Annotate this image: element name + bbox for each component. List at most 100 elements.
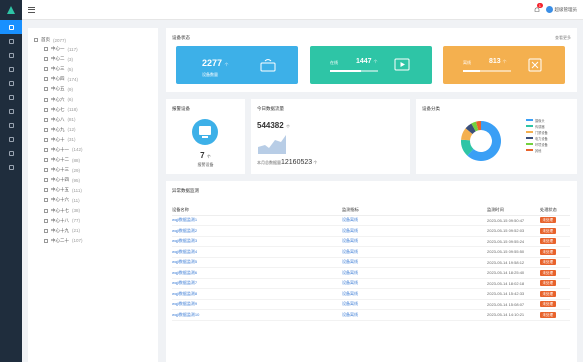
tree-node[interactable]: 中心八 (81) bbox=[34, 115, 152, 125]
tree-node-label: 中心十九 bbox=[51, 227, 69, 233]
side-nav-9[interactable] bbox=[0, 132, 22, 146]
table-row[interactable]: wqjl数据监测1 设备离线 2023-05-15 09:50:47 未处理 bbox=[172, 215, 570, 226]
device-name-cell[interactable]: wqjl数据监测7 bbox=[172, 278, 342, 289]
menu-toggle-icon[interactable] bbox=[28, 6, 35, 13]
node-icon bbox=[44, 158, 48, 163]
nav-icon bbox=[8, 94, 14, 100]
tree-node[interactable]: 中心十八 (77) bbox=[34, 216, 152, 226]
status-badge[interactable]: 未处理 bbox=[540, 238, 556, 245]
tree-node[interactable]: 中心十九 (21) bbox=[34, 226, 152, 236]
online-devices-card[interactable]: 在线 1447 个 bbox=[310, 46, 432, 84]
table-row[interactable]: wqjl数据监测5 设备离线 2023-05-14 19:58:12 未处理 bbox=[172, 257, 570, 268]
table-row[interactable]: wqjl数据监测9 设备离线 2023-05-14 15:08:07 未处理 bbox=[172, 299, 570, 310]
tree-node[interactable]: 中心七 (118) bbox=[34, 105, 152, 115]
router-icon bbox=[260, 59, 276, 72]
tree-node[interactable]: 中心十六 (11) bbox=[34, 195, 152, 205]
table-row[interactable]: wqjl数据监测8 设备离线 2023-05-14 15:42:33 未处理 bbox=[172, 288, 570, 300]
tree-node-count: (21) bbox=[72, 228, 81, 234]
total-devices-value: 2277 个 bbox=[202, 58, 229, 68]
status-badge[interactable]: 未处理 bbox=[540, 280, 556, 287]
time-cell: 2023-05-15 09:50:47 bbox=[487, 215, 540, 226]
side-nav-6[interactable] bbox=[0, 90, 22, 104]
device-name-cell[interactable]: wqjl数据监测5 bbox=[172, 257, 342, 268]
anomaly-title: 异常数据监测 bbox=[172, 188, 199, 193]
device-name-cell[interactable]: wqjl数据监测9 bbox=[172, 299, 342, 310]
nav-icon bbox=[8, 136, 14, 142]
metric-cell: 设备离线 bbox=[342, 246, 487, 258]
tree-node[interactable]: 中心三 (5) bbox=[34, 64, 152, 74]
side-nav-2[interactable] bbox=[0, 34, 22, 48]
tree-node-count: (31) bbox=[67, 137, 76, 143]
device-name-cell[interactable]: wqjl数据监测2 bbox=[172, 225, 342, 237]
tree-node[interactable]: 中心十三 (29) bbox=[34, 165, 152, 175]
table-row[interactable]: wqjl数据监测6 设备离线 2023-05-14 18:25:40 未处理 bbox=[172, 267, 570, 279]
tree-node-count: (38) bbox=[72, 208, 81, 214]
table-row[interactable]: wqjl数据监测7 设备离线 2023-05-14 18:02:18 未处理 bbox=[172, 278, 570, 289]
device-name-cell[interactable]: wqjl数据监测6 bbox=[172, 267, 342, 279]
time-cell: 2023-05-14 15:42:33 bbox=[487, 288, 540, 300]
status-badge[interactable]: 未处理 bbox=[540, 217, 556, 224]
collapse-icon[interactable] bbox=[34, 38, 38, 42]
tree-node[interactable]: 中心十一 (142) bbox=[34, 145, 152, 155]
anomaly-table: 设备名称 监测指标 监测时间 处理状态 wqjl数据监测1 设备离线 2023-05… bbox=[172, 205, 570, 321]
offline-devices-card[interactable]: 离线 813 个 bbox=[443, 46, 565, 84]
status-badge[interactable]: 未处理 bbox=[540, 311, 556, 318]
device-name-cell[interactable]: wqjl数据监测10 bbox=[172, 309, 342, 321]
status-badge[interactable]: 未处理 bbox=[540, 227, 556, 234]
traffic-chart-icon bbox=[258, 135, 286, 154]
status-badge[interactable]: 未处理 bbox=[540, 290, 556, 297]
tree-node[interactable]: 中心二 (3) bbox=[34, 54, 152, 64]
tree-node-label: 中心一 bbox=[51, 46, 65, 52]
device-name-cell[interactable]: wqjl数据监测4 bbox=[172, 246, 342, 258]
metric-cell: 设备离线 bbox=[342, 288, 487, 300]
tree-node[interactable]: 中心五 (9) bbox=[34, 84, 152, 94]
side-nav-11[interactable] bbox=[0, 160, 22, 174]
notification-button[interactable]: 1 bbox=[534, 2, 543, 13]
device-name-cell[interactable]: wqjl数据监测1 bbox=[172, 215, 342, 226]
tree-node-count: (12) bbox=[67, 127, 76, 133]
tree-node[interactable]: 中心十 (31) bbox=[34, 135, 152, 145]
tree-node[interactable]: 中心一 (117) bbox=[34, 44, 152, 54]
side-nav-3[interactable] bbox=[0, 48, 22, 62]
user-menu[interactable]: 超级管理员 bbox=[545, 6, 577, 13]
node-icon bbox=[44, 77, 48, 82]
status-badge[interactable]: 未处理 bbox=[540, 248, 556, 255]
table-row[interactable]: wqjl数据监测4 设备离线 2023-05-15 09:55:50 未处理 bbox=[172, 246, 570, 258]
legend-item[interactable]: 其他 bbox=[526, 147, 548, 153]
tree-node-label: 中心四 bbox=[51, 76, 65, 82]
side-nav-8[interactable] bbox=[0, 118, 22, 132]
tree-node-label: 中心十五 bbox=[51, 187, 69, 193]
tree-node-label: 中心十七 bbox=[51, 207, 69, 213]
tree-root[interactable]: 首页 (2077) bbox=[34, 36, 152, 44]
tree-node[interactable]: 中心十七 (38) bbox=[34, 206, 152, 216]
tree-node[interactable]: 中心四 (174) bbox=[34, 74, 152, 84]
metric-cell: 设备离线 bbox=[342, 215, 487, 226]
view-more-link[interactable]: 查看更多 bbox=[555, 35, 571, 41]
tree-node-count: (142) bbox=[72, 147, 83, 153]
tree-node[interactable]: 中心六 (6) bbox=[34, 94, 152, 104]
side-nav-5[interactable] bbox=[0, 76, 22, 90]
status-badge[interactable]: 未处理 bbox=[540, 301, 556, 308]
tree-node[interactable]: 中心十五 (111) bbox=[34, 185, 152, 195]
table-row[interactable]: wqjl数据监测2 设备离线 2023-05-15 09:52:03 未处理 bbox=[172, 225, 570, 237]
tree-node[interactable]: 中心二十 (107) bbox=[34, 236, 152, 246]
tree-node-count: (107) bbox=[72, 238, 83, 244]
side-nav-4[interactable] bbox=[0, 62, 22, 76]
device-name-cell[interactable]: wqjl数据监测3 bbox=[172, 236, 342, 247]
side-nav-home[interactable] bbox=[0, 20, 22, 34]
status-badge[interactable]: 未处理 bbox=[540, 259, 556, 266]
status-badge[interactable]: 未处理 bbox=[540, 269, 556, 276]
table-row[interactable]: wqjl数据监测10 设备离线 2023-05-14 14:10:21 未处理 bbox=[172, 309, 570, 321]
device-name-cell[interactable]: wqjl数据监测8 bbox=[172, 288, 342, 300]
node-icon bbox=[44, 127, 48, 132]
side-nav-10[interactable] bbox=[0, 146, 22, 160]
alarm-value: 7 个 bbox=[200, 151, 211, 160]
online-value: 1447 个 bbox=[356, 58, 378, 65]
tree-node[interactable]: 中心十四 (95) bbox=[34, 175, 152, 185]
tree-node[interactable]: 中心九 (12) bbox=[34, 125, 152, 135]
table-row[interactable]: wqjl数据监测3 设备离线 2023-05-15 09:55:24 未处理 bbox=[172, 236, 570, 247]
tree-node-label: 中心十三 bbox=[51, 167, 69, 173]
total-devices-card[interactable]: 2277 个 设备数量 bbox=[176, 46, 298, 84]
tree-node[interactable]: 中心十二 (88) bbox=[34, 155, 152, 165]
side-nav-7[interactable] bbox=[0, 104, 22, 118]
